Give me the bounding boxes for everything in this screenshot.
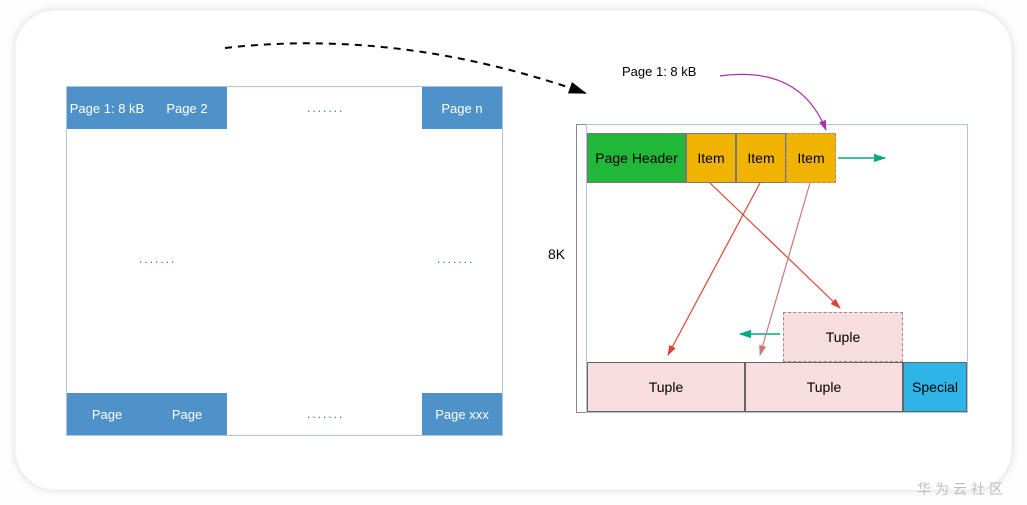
dots-mid-right: .......: [437, 252, 474, 266]
pages-grid-panel: Page 1: 8 kB Page 2 Page n ....... .....…: [66, 86, 503, 436]
dots-bottom: .......: [307, 407, 344, 421]
tuple-box-top: Tuple: [783, 312, 903, 362]
page-box-1: Page 1: 8 kB: [67, 87, 147, 129]
right-panel-title: Page 1: 8 kB: [622, 64, 696, 79]
dots-mid-left: .......: [139, 252, 176, 266]
tuple-box-2: Tuple: [745, 362, 903, 412]
page-box-b1: Page: [67, 393, 147, 435]
special-box: Special: [903, 362, 967, 412]
item-box-2: Item: [736, 133, 786, 183]
page-box-n: Page n: [422, 87, 502, 129]
page-box-b2: Page: [147, 393, 227, 435]
page-box-2: Page 2: [147, 87, 227, 129]
tuple-box-1: Tuple: [587, 362, 745, 412]
size-label: 8K: [548, 246, 565, 262]
page-layout-panel: Page Header Item Item Item Tuple Tuple T…: [586, 124, 968, 413]
page-box-bn: Page xxx: [422, 393, 502, 435]
dots-top: .......: [307, 101, 344, 115]
item-box-3: Item: [786, 133, 836, 183]
item-box-1: Item: [686, 133, 736, 183]
watermark: 华为云社区: [917, 479, 1007, 499]
page-header-box: Page Header: [587, 133, 686, 183]
